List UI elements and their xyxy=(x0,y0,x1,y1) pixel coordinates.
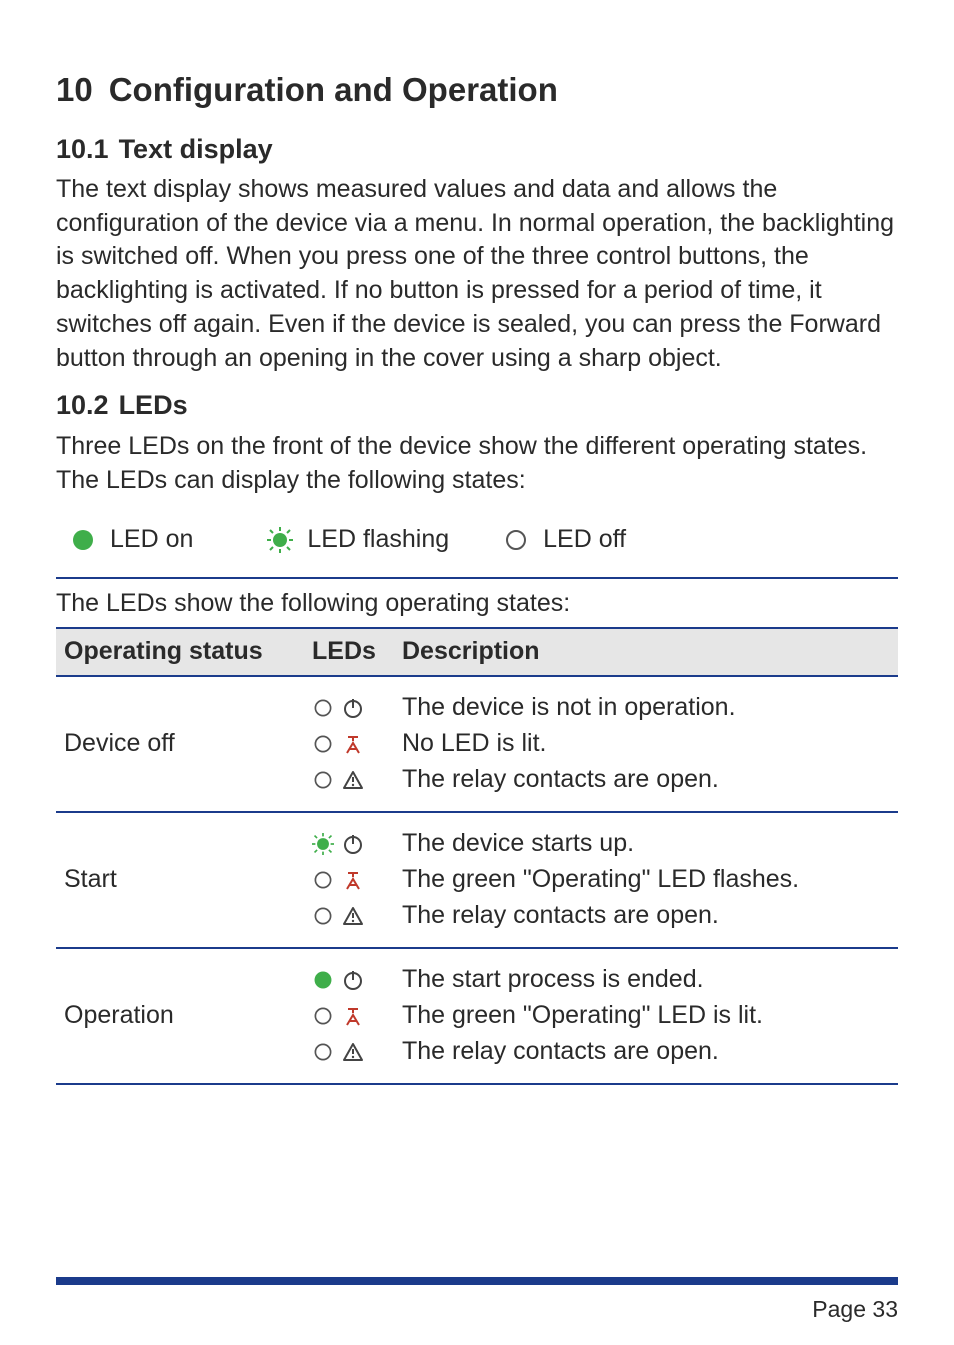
led-state-icon xyxy=(312,969,334,991)
status-cell: Start xyxy=(60,863,312,897)
desc-line: The device starts up. xyxy=(402,829,894,859)
leds-cell xyxy=(312,965,402,1067)
led-state-icon xyxy=(312,833,334,855)
led-flashing-icon xyxy=(267,527,293,553)
legend-label: LED flashing xyxy=(307,523,449,557)
desc-line: The relay contacts are open. xyxy=(402,1037,894,1067)
desc-line: No LED is lit. xyxy=(402,729,894,759)
legend-led-on: LED on xyxy=(70,523,193,557)
footer-bar xyxy=(56,1277,898,1285)
desc-line: The start process is ended. xyxy=(402,965,894,995)
chapter-heading: 10 Configuration and Operation xyxy=(56,68,898,113)
led-line xyxy=(312,829,402,859)
table-header-row: Operating status LEDs Description xyxy=(56,627,898,677)
section-number: 10.2 xyxy=(56,387,109,423)
led-state-icon xyxy=(312,697,334,719)
led-symbol-icon xyxy=(342,833,364,855)
led-line xyxy=(312,965,402,995)
leds-cell xyxy=(312,693,402,795)
led-line xyxy=(312,1001,402,1031)
legend-led-flashing: LED flashing xyxy=(267,523,449,557)
led-symbol-icon xyxy=(342,969,364,991)
th-desc: Description xyxy=(402,635,894,669)
led-line xyxy=(312,693,402,723)
legend-label: LED off xyxy=(543,523,626,557)
led-state-icon xyxy=(312,1041,334,1063)
led-symbol-icon xyxy=(342,1005,364,1027)
section-10-2-heading: 10.2 LEDs xyxy=(56,387,898,423)
led-symbol-icon xyxy=(342,905,364,927)
legend-label: LED on xyxy=(110,523,193,557)
th-leds: LEDs xyxy=(312,635,402,669)
section-10-1-heading: 10.1 Text display xyxy=(56,131,898,167)
led-state-icon xyxy=(312,1005,334,1027)
led-symbol-icon xyxy=(342,869,364,891)
led-symbol-icon xyxy=(342,733,364,755)
desc-line: The relay contacts are open. xyxy=(402,765,894,795)
led-legend: LED on LED flashing LED off xyxy=(56,509,898,573)
desc-line: The green "Operating" LED is lit. xyxy=(402,1001,894,1031)
led-symbol-icon xyxy=(342,769,364,791)
led-state-icon xyxy=(312,769,334,791)
separator xyxy=(56,577,898,579)
led-symbol-icon xyxy=(342,1041,364,1063)
table-row: Device off The device is not in operation… xyxy=(56,677,898,813)
led-line xyxy=(312,1037,402,1067)
led-line xyxy=(312,865,402,895)
desc-line: The relay contacts are open. xyxy=(402,901,894,931)
states-intro: The LEDs show the following operating st… xyxy=(56,587,898,621)
led-off-icon xyxy=(503,527,529,553)
led-line xyxy=(312,901,402,931)
th-status: Operating status xyxy=(60,635,312,669)
led-state-icon xyxy=(312,733,334,755)
section-10-1-body: The text display shows measured values a… xyxy=(56,173,898,376)
table-body: Device off The device is not in operation… xyxy=(56,677,898,1085)
status-cell: Operation xyxy=(60,999,312,1033)
desc-cell: The start process is ended. The green "Op… xyxy=(402,965,894,1067)
led-state-icon xyxy=(312,869,334,891)
desc-cell: The device starts up. The green "Operatin… xyxy=(402,829,894,931)
led-on-icon xyxy=(70,527,96,553)
legend-led-off: LED off xyxy=(503,523,626,557)
led-line xyxy=(312,729,402,759)
led-state-icon xyxy=(312,905,334,927)
section-number: 10.1 xyxy=(56,131,109,167)
status-cell: Device off xyxy=(60,727,312,761)
page-number: Page 33 xyxy=(812,1294,898,1325)
desc-line: The device is not in operation. xyxy=(402,693,894,723)
led-symbol-icon xyxy=(342,697,364,719)
table-row: Start The device starts up. The green "Ope… xyxy=(56,813,898,949)
leds-cell xyxy=(312,829,402,931)
desc-line: The green "Operating" LED flashes. xyxy=(402,865,894,895)
section-10-2-intro: Three LEDs on the front of the device sh… xyxy=(56,430,898,498)
desc-cell: The device is not in operation. No LED is… xyxy=(402,693,894,795)
chapter-number: 10 xyxy=(56,68,93,113)
table-row: OperationThe start process is ended.The … xyxy=(56,949,898,1085)
section-title: LEDs xyxy=(119,390,188,420)
led-line xyxy=(312,765,402,795)
chapter-title: Configuration and Operation xyxy=(109,71,558,108)
section-title: Text display xyxy=(119,134,273,164)
